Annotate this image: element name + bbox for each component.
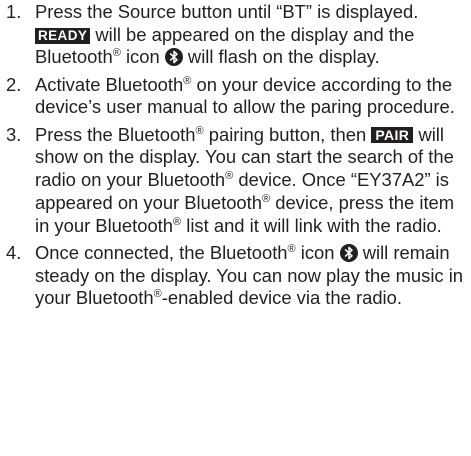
step-1: 1. Press the Source button until “BT” is… [0,0,471,69]
step-text: -enabled device via the radio. [161,287,402,309]
step-text: list and it will link with the radio. [181,214,442,236]
registered-mark: ® [262,192,271,205]
registered-mark: ® [287,242,296,255]
bluetooth-icon [339,243,358,262]
step-text: icon [120,46,165,68]
step-text: Press the Bluetooth [35,123,196,145]
pair-indicator-badge: PAIR [371,126,414,143]
step-number: 3. [6,123,22,145]
step-number: 2. [6,73,22,95]
registered-mark: ® [153,288,162,301]
step-number: 1. [6,1,22,22]
step-2: 2. Activate Bluetooth® on your device ac… [0,74,471,119]
step-text: Once connected, the Bluetooth [35,241,288,263]
step-text: Activate Bluetooth [35,73,184,95]
step-text: icon [295,241,340,263]
step-3: 3. Press the Bluetooth® pairing button, … [0,124,471,238]
step-4: 4. Once connected, the Bluetooth® icon w… [0,242,471,310]
step-number: 4. [6,241,22,263]
registered-mark: ® [112,47,121,60]
registered-mark: ® [173,215,182,228]
ready-indicator-badge: READY [35,27,91,44]
step-text: will flash on the display. [182,46,380,68]
step-text: pairing button, then [203,123,372,145]
step-text: Press the Source button until “BT” is di… [35,1,419,22]
instruction-list: 1. Press the Source button until “BT” is… [0,0,471,310]
bluetooth-icon [164,48,183,67]
registered-mark: ® [195,124,204,137]
